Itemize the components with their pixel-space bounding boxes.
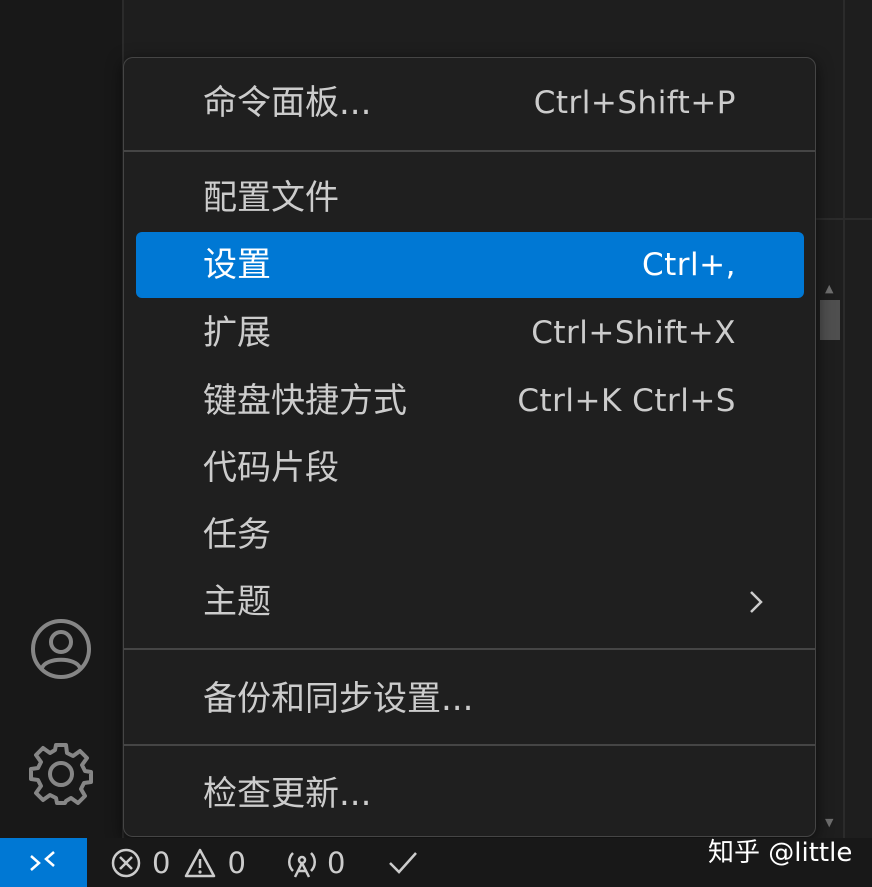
menu-separator xyxy=(124,744,815,746)
watermark-text: 知乎 @little xyxy=(708,838,853,868)
menu-item-keyboard-shortcuts[interactable]: 键盘快捷方式 Ctrl+K Ctrl+S xyxy=(136,368,804,434)
menu-separator xyxy=(124,150,815,152)
menu-item-shortcut: Ctrl+Shift+P xyxy=(533,85,736,121)
activity-bar xyxy=(0,0,124,838)
ports-indicator[interactable]: 0 xyxy=(285,838,345,887)
panel-divider-horizontal xyxy=(815,218,872,220)
menu-item-label: 主题 xyxy=(203,582,271,622)
menu-item-settings[interactable]: 设置 Ctrl+, xyxy=(136,232,804,298)
menu-item-tasks[interactable]: 任务 xyxy=(136,502,804,568)
manage-gear-icon[interactable] xyxy=(29,741,93,805)
error-icon xyxy=(111,848,141,877)
menu-separator xyxy=(124,648,815,650)
menu-item-check-updates[interactable]: 检查更新... xyxy=(136,761,804,827)
menu-item-command-palette[interactable]: 命令面板... Ctrl+Shift+P xyxy=(136,70,804,136)
menu-item-label: 键盘快捷方式 xyxy=(203,381,407,421)
warning-icon xyxy=(185,848,216,877)
scroll-up-arrow-icon[interactable]: ▲ xyxy=(825,282,833,295)
scrollbar-thumb[interactable] xyxy=(820,300,840,340)
menu-item-label: 设置 xyxy=(203,245,271,285)
menu-item-label: 备份和同步设置... xyxy=(203,679,474,719)
chevron-right-icon xyxy=(750,591,763,613)
menu-item-label: 命令面板... xyxy=(203,83,372,123)
warning-count: 0 xyxy=(227,845,246,880)
menu-item-label: 代码片段 xyxy=(203,448,339,488)
menu-item-label: 检查更新... xyxy=(203,774,372,814)
panel-divider xyxy=(843,0,845,838)
check-icon xyxy=(389,851,417,874)
menu-item-label: 任务 xyxy=(203,515,271,555)
menu-item-extensions[interactable]: 扩展 Ctrl+Shift+X xyxy=(136,300,804,366)
broadcast-icon xyxy=(288,851,316,878)
menu-item-shortcut: Ctrl+K Ctrl+S xyxy=(517,383,736,419)
checkmark-status[interactable] xyxy=(387,838,419,887)
manage-context-menu: 命令面板... Ctrl+Shift+P 配置文件 设置 Ctrl+, 扩展 C… xyxy=(123,57,816,837)
ports-count: 0 xyxy=(327,845,346,880)
menu-item-snippets[interactable]: 代码片段 xyxy=(136,435,804,501)
menu-item-shortcut: Ctrl+, xyxy=(642,247,736,283)
problems-indicator[interactable]: 0 0 xyxy=(110,838,246,887)
remote-icon xyxy=(30,851,55,871)
scroll-down-arrow-icon[interactable]: ▼ xyxy=(825,816,833,829)
menu-item-label: 扩展 xyxy=(203,313,271,353)
menu-item-label: 配置文件 xyxy=(203,178,339,218)
menu-item-profiles[interactable]: 配置文件 xyxy=(136,165,804,231)
accounts-icon[interactable] xyxy=(29,617,93,681)
menu-item-backup-sync[interactable]: 备份和同步设置... xyxy=(136,666,804,732)
menu-item-themes[interactable]: 主题 xyxy=(136,569,804,635)
menu-item-shortcut: Ctrl+Shift+X xyxy=(531,315,736,351)
remote-indicator-button[interactable] xyxy=(0,838,87,887)
status-bar: 0 0 0 知乎 @little xyxy=(0,838,872,887)
error-count: 0 xyxy=(152,845,171,880)
